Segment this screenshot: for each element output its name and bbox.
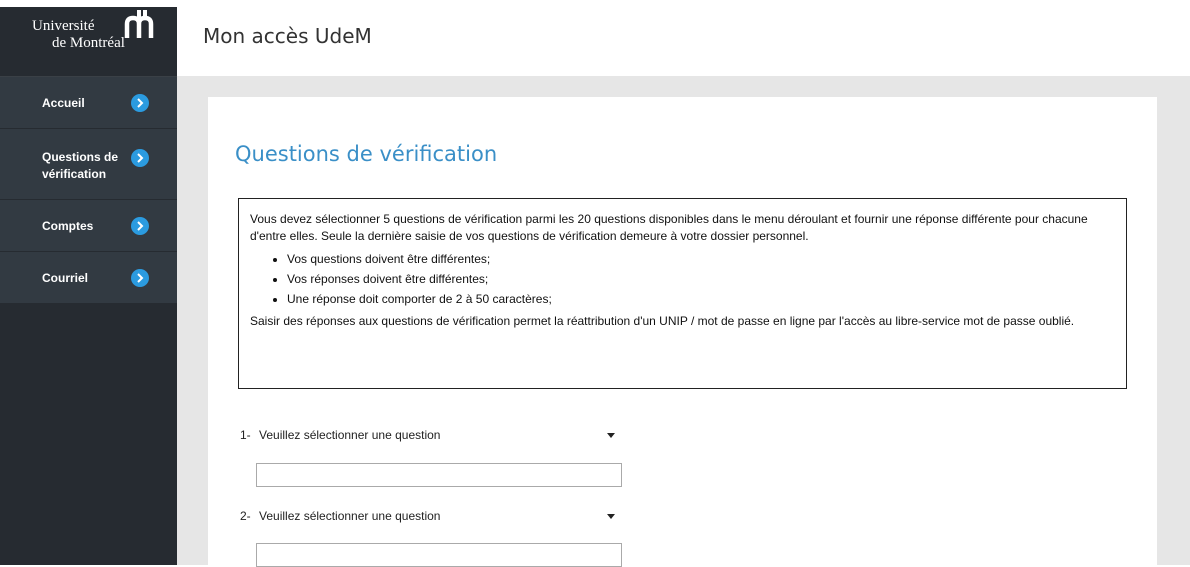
sidebar-item-label-line-2: vérification bbox=[42, 167, 107, 181]
question-2-answer-input[interactable] bbox=[256, 543, 622, 567]
question-2-select[interactable]: Veuillez sélectionner une question bbox=[257, 506, 621, 526]
question-1-select-value: Veuillez sélectionner une question bbox=[259, 428, 441, 442]
instructions-box: Vous devez sélectionner 5 questions de v… bbox=[238, 198, 1127, 389]
university-logo[interactable]: Université de Montréal bbox=[0, 7, 177, 77]
sidebar-item-label: Accueil bbox=[42, 96, 85, 110]
sidebar-item-comptes[interactable]: Comptes bbox=[0, 200, 177, 252]
logo-line-1: Université bbox=[32, 18, 95, 34]
clipped-top-strip bbox=[0, 0, 1190, 7]
sidebar-item-label: Courriel bbox=[42, 271, 89, 285]
logo-line-2: de Montréal bbox=[52, 35, 125, 51]
app-header: Mon accès UdeM bbox=[177, 7, 1190, 76]
sidebar-item-courriel[interactable]: Courriel bbox=[0, 252, 177, 304]
udem-emblem-icon bbox=[124, 10, 154, 38]
sidebar-item-label: Comptes bbox=[42, 219, 94, 233]
chevron-right-icon bbox=[131, 217, 149, 235]
chevron-right-icon bbox=[131, 269, 149, 287]
question-number: 1- bbox=[240, 428, 251, 442]
question-2-select-value: Veuillez sélectionner une question bbox=[259, 509, 441, 523]
instructions-footer: Saisir des réponses aux questions de vér… bbox=[250, 314, 1075, 328]
dropdown-arrow-icon bbox=[607, 433, 615, 438]
question-1-answer-input[interactable] bbox=[256, 463, 622, 487]
rule-item: Vos réponses doivent être différentes; bbox=[287, 269, 1114, 289]
chevron-right-icon bbox=[131, 94, 149, 112]
sidebar-item-questions-verification[interactable]: Questions de vérification bbox=[0, 129, 177, 200]
app-title: Mon accès UdeM bbox=[203, 24, 372, 48]
dropdown-arrow-icon bbox=[607, 514, 615, 519]
sidebar: Université de Montréal Accueil Questions… bbox=[0, 7, 177, 565]
sidebar-item-accueil[interactable]: Accueil bbox=[0, 77, 177, 129]
rule-item: Vos questions doivent être différentes; bbox=[287, 249, 1114, 269]
rules-list: Vos questions doivent être différentes; … bbox=[250, 249, 1114, 309]
instructions-intro: Vous devez sélectionner 5 questions de v… bbox=[250, 212, 1088, 243]
sidebar-nav: Accueil Questions de vérification Compte… bbox=[0, 77, 177, 304]
rule-item: Une réponse doit comporter de 2 à 50 car… bbox=[287, 289, 1114, 309]
question-1-select[interactable]: Veuillez sélectionner une question bbox=[257, 425, 621, 445]
question-number: 2- bbox=[240, 509, 251, 523]
page-title: Questions de vérification bbox=[235, 142, 498, 166]
chevron-right-icon bbox=[131, 149, 149, 167]
